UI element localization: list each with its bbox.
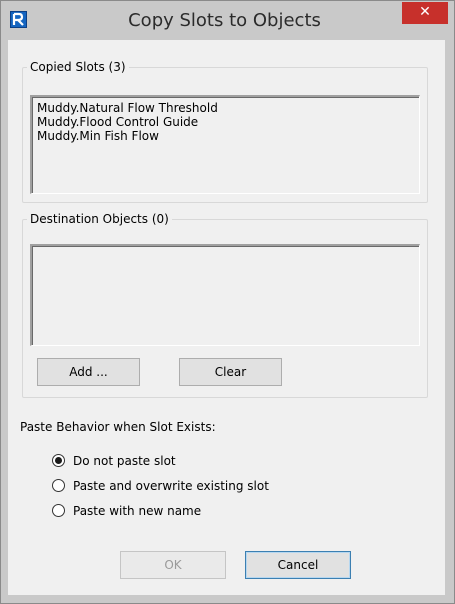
radio-button[interactable] bbox=[52, 504, 65, 517]
cancel-button[interactable]: Cancel bbox=[245, 551, 351, 579]
list-item[interactable]: Muddy.Natural Flow Threshold bbox=[37, 101, 414, 115]
destination-objects-legend: Destination Objects (0) bbox=[30, 212, 169, 226]
paste-behavior-label: Paste Behavior when Slot Exists: bbox=[20, 420, 216, 434]
copied-slots-list[interactable]: Muddy.Natural Flow Threshold Muddy.Flood… bbox=[30, 95, 420, 194]
dialog-body: Copied Slots (3) Muddy.Natural Flow Thre… bbox=[8, 40, 445, 595]
copied-slots-legend: Copied Slots (3) bbox=[30, 60, 126, 74]
ok-button[interactable]: OK bbox=[120, 551, 226, 579]
title-bar[interactable]: Copy Slots to Objects ✕ bbox=[1, 1, 454, 40]
close-icon: ✕ bbox=[419, 4, 431, 20]
close-button[interactable]: ✕ bbox=[402, 2, 448, 24]
list-item[interactable]: Muddy.Flood Control Guide bbox=[37, 115, 414, 129]
radio-button[interactable] bbox=[52, 479, 65, 492]
radio-button-selected[interactable] bbox=[52, 454, 65, 467]
copy-slots-dialog: Copy Slots to Objects ✕ Copied Slots (3)… bbox=[0, 0, 455, 604]
radio-label: Do not paste slot bbox=[73, 454, 176, 468]
radio-label: Paste and overwrite existing slot bbox=[73, 479, 269, 493]
window-title: Copy Slots to Objects bbox=[128, 10, 321, 31]
destination-objects-list[interactable] bbox=[30, 244, 420, 346]
clear-button[interactable]: Clear bbox=[179, 358, 282, 386]
radio-label: Paste with new name bbox=[73, 504, 202, 518]
add-button[interactable]: Add ... bbox=[37, 358, 140, 386]
list-item[interactable]: Muddy.Min Fish Flow bbox=[37, 129, 414, 143]
